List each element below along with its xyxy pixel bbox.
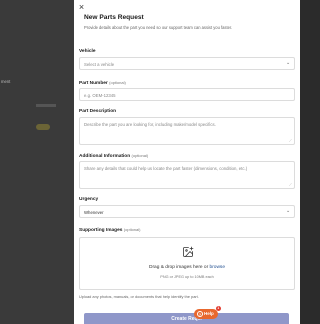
help-icon: ? xyxy=(197,311,203,317)
browse-link[interactable]: browse xyxy=(210,265,225,270)
part-number-optional: (optional) xyxy=(109,80,126,85)
modal-title: New Parts Request xyxy=(84,14,144,21)
urgency-select[interactable]: Whenever ⌄ xyxy=(79,205,295,218)
background-page: ment xyxy=(0,0,74,324)
chevron-down-icon: ⌄ xyxy=(286,208,291,214)
create-request-button[interactable]: Create Req... xyxy=(84,313,289,324)
close-icon[interactable]: × xyxy=(77,3,86,12)
image-dropzone[interactable]: Drag & drop images here or browse PNG or… xyxy=(79,237,295,290)
part-description-label: Part Description xyxy=(79,109,117,114)
vehicle-select-placeholder: Select a vehicle xyxy=(84,62,115,67)
part-number-label: Part Number (optional) xyxy=(79,80,126,86)
notification-badge: 1 xyxy=(215,306,221,311)
additional-info-label: Additional Information (optional) xyxy=(79,153,149,159)
background-text: ment xyxy=(1,79,11,84)
part-description-textarea[interactable]: Describe the part you are looking for, i… xyxy=(79,117,295,145)
help-label: Help xyxy=(204,311,214,316)
vehicle-label: Vehicle xyxy=(79,49,96,54)
part-number-input[interactable]: e.g. OEM-12345 xyxy=(79,88,295,101)
modal-subtitle: Provide details about the part you need … xyxy=(84,25,233,30)
vehicle-select[interactable]: Select a vehicle ⌄ xyxy=(79,57,295,70)
urgency-select-value: Whenever xyxy=(84,210,104,215)
upload-note: Upload any photos, manuals, or documents… xyxy=(79,294,199,299)
dropzone-hint: PNG or JPEG up to 10MB each xyxy=(160,275,214,279)
resize-handle-icon[interactable]: ⟋ xyxy=(289,139,293,143)
background-badge xyxy=(36,124,50,130)
help-button[interactable]: ? Help 1 xyxy=(194,306,221,319)
part-description-placeholder: Describe the part you are looking for, i… xyxy=(84,122,216,127)
additional-info-placeholder: Share any details that could help us loc… xyxy=(84,166,248,171)
part-number-placeholder: e.g. OEM-12345 xyxy=(84,93,116,98)
supporting-images-optional: (optional) xyxy=(123,227,141,232)
additional-info-textarea[interactable]: Share any details that could help us loc… xyxy=(79,161,295,189)
dropzone-text: Drag & drop images here or browse xyxy=(149,265,225,270)
image-upload-icon xyxy=(183,246,194,257)
new-parts-request-modal: × New Parts Request Provide details abou… xyxy=(74,0,300,324)
resize-handle-icon[interactable]: ⟋ xyxy=(289,183,293,187)
urgency-label: Urgency xyxy=(79,197,99,202)
background-line xyxy=(36,104,56,107)
additional-info-optional: (optional) xyxy=(131,153,149,158)
chevron-down-icon: ⌄ xyxy=(286,60,291,66)
supporting-images-label: Supporting Images (optional) xyxy=(79,227,141,233)
